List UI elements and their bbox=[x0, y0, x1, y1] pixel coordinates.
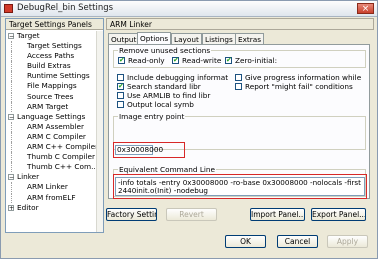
import-panel-button[interactable]: Import Panel... bbox=[250, 208, 305, 221]
check-mark-icon: ✔ bbox=[225, 56, 232, 64]
tree-item-label: ARM C++ Compiler bbox=[27, 142, 99, 152]
settings-window: DebugRel_bin Settings × Target Settings … bbox=[0, 0, 378, 259]
factory-settings-button[interactable]: Factory Settings bbox=[106, 208, 157, 221]
tree-item-label: Target bbox=[17, 31, 40, 40]
tree-item-label: ARM Assembler bbox=[27, 121, 85, 131]
group-title: Image entry point bbox=[118, 112, 186, 121]
checkbox-label: Output local symb bbox=[127, 100, 194, 109]
cancel-button[interactable]: Cancel bbox=[277, 235, 318, 248]
tree-item-label: Linker bbox=[17, 172, 40, 182]
tree-item-access-paths[interactable]: Access Paths bbox=[6, 51, 98, 62]
check-mark-icon: ✔ bbox=[172, 56, 179, 64]
apply-button[interactable]: Apply bbox=[327, 235, 368, 248]
check-mark-icon: ✔ bbox=[118, 56, 125, 64]
tree-item-label: Target Settings bbox=[27, 41, 82, 51]
revert-button[interactable]: Revert bbox=[166, 208, 217, 221]
tree-item-arm-assembler[interactable]: ARM Assembler bbox=[6, 121, 98, 132]
group-title: Equivalent Command Line bbox=[118, 165, 217, 174]
tree-item-target[interactable]: − Target bbox=[6, 31, 98, 41]
tree-item-build-extras[interactable]: Build Extras bbox=[6, 61, 98, 72]
checkbox-label: Zero-initial: bbox=[235, 56, 278, 65]
tree-item-label: Access Paths bbox=[27, 51, 75, 61]
checkbox-label: Include debugging informat bbox=[127, 73, 229, 82]
checkbox-label: Use ARMLIB to find libr bbox=[127, 91, 211, 100]
tree-item-thumb-cpp-compiler[interactable]: Thumb C++ Com... bbox=[6, 162, 99, 173]
options-tab-page: Remove unused sections ✔ Read-only ✔ Rea… bbox=[108, 44, 370, 199]
export-panel-button[interactable]: Export Panel... bbox=[311, 208, 366, 221]
tree-item-label: Language Settings bbox=[17, 111, 86, 121]
tree-item-thumb-c-compiler[interactable]: Thumb C Compiler bbox=[6, 152, 98, 163]
tree-item-label: ARM Target bbox=[27, 101, 69, 111]
collapse-icon[interactable]: − bbox=[8, 174, 14, 181]
checkbox-label: Give progress information while bbox=[245, 73, 362, 82]
remove-unused-sections-group: Remove unused sections ✔ Read-only ✔ Rea… bbox=[113, 46, 366, 68]
collapse-icon[interactable]: − bbox=[8, 113, 14, 120]
highlight-entry-point bbox=[113, 142, 185, 158]
group-title: Remove unused sections bbox=[118, 46, 212, 55]
tree-item-label: Build Extras bbox=[27, 61, 71, 71]
tree-item-label: ARM fromELF bbox=[27, 192, 76, 202]
checkbox-label: Read-only bbox=[128, 56, 165, 65]
tree-item-label: Runtime Settings bbox=[27, 71, 90, 81]
tree-item-target-settings[interactable]: Target Settings bbox=[6, 41, 98, 52]
check-mark-icon: ✔ bbox=[117, 82, 124, 90]
window-title: DebugRel_bin Settings bbox=[17, 3, 114, 13]
panel-title: ARM Linker bbox=[106, 18, 374, 30]
title-bar[interactable]: DebugRel_bin Settings × bbox=[1, 1, 377, 17]
tree-item-arm-target[interactable]: ARM Target bbox=[6, 101, 98, 112]
tree-item-language-settings[interactable]: − Language Settings bbox=[6, 112, 98, 122]
app-icon bbox=[4, 4, 13, 13]
tree-item-label: Thumb C Compiler bbox=[27, 152, 96, 162]
target-settings-panels: Target Settings Panels − Target Target S… bbox=[5, 18, 104, 233]
tree-item-source-trees[interactable]: Source Trees bbox=[6, 91, 98, 102]
checkbox-label: Read-write bbox=[182, 56, 222, 65]
tree-item-label: ARM C Compiler bbox=[27, 131, 86, 141]
highlight-command-line bbox=[113, 174, 367, 199]
tree-scrollbar[interactable] bbox=[96, 31, 103, 232]
tree-item-label: Thumb C++ Com... bbox=[27, 162, 99, 172]
tree-item-editor[interactable]: + Editor bbox=[6, 203, 98, 213]
panels-header: Target Settings Panels bbox=[6, 19, 103, 30]
tree-item-label: ARM Linker bbox=[27, 182, 68, 192]
tree-item-linker[interactable]: − Linker bbox=[6, 172, 98, 182]
arm-linker-panel: ARM Linker Output Options Layout Listing… bbox=[106, 18, 376, 236]
ok-button[interactable]: OK bbox=[225, 235, 266, 248]
checkbox-label: Report "might fail" conditions bbox=[245, 82, 353, 91]
tree-item-runtime-settings[interactable]: Runtime Settings bbox=[6, 71, 98, 82]
checkbox-label: Search standard libr bbox=[127, 82, 201, 91]
tree-item-arm-cpp-compiler[interactable]: ARM C++ Compiler bbox=[6, 142, 99, 153]
tree-item-label: File Mappings bbox=[27, 81, 77, 91]
tree-item-arm-fromelf[interactable]: ARM fromELF bbox=[6, 192, 98, 203]
tree-item-label: Editor bbox=[17, 202, 39, 212]
tree-item-arm-c-compiler[interactable]: ARM C Compiler bbox=[6, 131, 98, 142]
collapse-icon[interactable]: − bbox=[8, 33, 14, 40]
settings-tree: − Target Target Settings Access Paths Bu… bbox=[6, 31, 98, 213]
tree-item-arm-linker[interactable]: ARM Linker bbox=[6, 182, 98, 193]
close-button[interactable]: × bbox=[357, 3, 374, 14]
tree-item-label: Source Trees bbox=[27, 91, 74, 101]
tree-item-file-mappings[interactable]: File Mappings bbox=[6, 81, 98, 92]
expand-icon[interactable]: + bbox=[8, 204, 14, 211]
